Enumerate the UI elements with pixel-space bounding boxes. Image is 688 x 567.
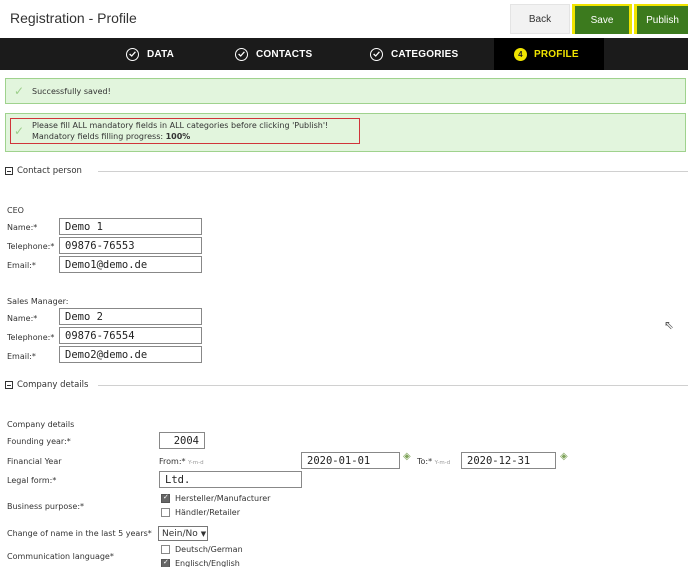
name-change-select[interactable]: Nein/No ▼ bbox=[158, 526, 208, 541]
english-checkbox[interactable] bbox=[161, 558, 170, 567]
founding-year-input[interactable]: 2004 bbox=[159, 432, 205, 449]
progress-value: 100% bbox=[165, 132, 191, 141]
step-data[interactable]: DATA bbox=[126, 38, 174, 70]
company-details-legend[interactable]: Company details bbox=[5, 380, 88, 390]
sales-email-input[interactable]: Demo2@demo.de bbox=[59, 346, 202, 363]
progress-label: Mandatory fields filling progress: bbox=[32, 132, 166, 141]
manufacturer-checkbox[interactable] bbox=[161, 493, 170, 503]
step-categories[interactable]: CATEGORIES bbox=[370, 38, 458, 70]
financial-year-label: Financial Year bbox=[7, 457, 62, 466]
legal-form-label: Legal form:* bbox=[7, 476, 57, 485]
to-label-text: To:* bbox=[417, 457, 433, 466]
ceo-name-label: Name:* bbox=[7, 223, 38, 232]
step-profile[interactable]: 4 PROFILE bbox=[514, 38, 579, 70]
german-option-label: Deutsch/German bbox=[175, 545, 243, 554]
calendar-tag-icon[interactable]: ◈ bbox=[560, 451, 568, 462]
step-number-badge: 4 bbox=[514, 47, 527, 61]
ceo-telephone-input[interactable]: 09876-76553 bbox=[59, 237, 202, 254]
ceo-email-label: Email:* bbox=[7, 261, 36, 270]
checkmark-icon: ✓ bbox=[14, 124, 25, 138]
business-purpose-label: Business purpose:* bbox=[7, 502, 85, 511]
legal-form-input[interactable]: Ltd. bbox=[159, 471, 302, 488]
ceo-heading: CEO bbox=[7, 206, 24, 215]
ceo-name-input[interactable]: Demo 1 bbox=[59, 218, 202, 235]
to-date-hint: Y-m-d bbox=[434, 460, 451, 466]
sales-name-input[interactable]: Demo 2 bbox=[59, 308, 202, 325]
check-circle-icon bbox=[235, 47, 248, 61]
divider bbox=[98, 385, 688, 386]
sales-heading: Sales Manager: bbox=[7, 297, 69, 306]
ceo-telephone-label: Telephone:* bbox=[7, 242, 55, 251]
check-circle-icon bbox=[370, 47, 383, 61]
mandatory-info-message: ✓ Please fill ALL mandatory fields in AL… bbox=[5, 113, 686, 152]
mouse-cursor-icon: ⇖ bbox=[664, 318, 675, 332]
step-navigation: DATA CONTACTS CATEGORIES 4 PROFILE bbox=[0, 38, 688, 70]
sales-telephone-label: Telephone:* bbox=[7, 333, 55, 342]
english-option-label: Englisch/English bbox=[175, 559, 240, 567]
company-heading: Company details bbox=[7, 420, 75, 429]
communication-language-label: Communication language* bbox=[7, 552, 114, 561]
from-label: From:* Y-m-d bbox=[159, 457, 204, 466]
check-circle-icon bbox=[126, 47, 139, 61]
collapse-icon[interactable] bbox=[5, 167, 13, 175]
step-contacts[interactable]: CONTACTS bbox=[235, 38, 312, 70]
to-label: To:* Y-m-d bbox=[417, 457, 450, 466]
mandatory-info-text: Please fill ALL mandatory fields in ALL … bbox=[32, 121, 329, 130]
back-button[interactable]: Back bbox=[510, 4, 570, 34]
from-date-input[interactable]: 2020-01-01 bbox=[301, 452, 400, 469]
collapse-icon[interactable] bbox=[5, 381, 13, 389]
calendar-tag-icon[interactable]: ◈ bbox=[403, 451, 411, 462]
name-change-label: Change of name in the last 5 years* bbox=[7, 529, 152, 538]
retailer-checkbox[interactable] bbox=[161, 508, 170, 517]
name-change-value: Nein/No bbox=[162, 528, 198, 539]
german-checkbox[interactable] bbox=[161, 545, 170, 554]
page-title: Registration - Profile bbox=[10, 10, 137, 26]
manufacturer-option-label: Hersteller/Manufacturer bbox=[175, 494, 271, 503]
company-details-legend-label: Company details bbox=[17, 380, 89, 390]
checkmark-icon: ✓ bbox=[14, 84, 25, 98]
sales-name-label: Name:* bbox=[7, 314, 38, 323]
step-contacts-label: CONTACTS bbox=[256, 48, 313, 60]
sales-telephone-input[interactable]: 09876-76554 bbox=[59, 327, 202, 344]
step-profile-label: PROFILE bbox=[534, 48, 579, 60]
step-categories-label: CATEGORIES bbox=[391, 48, 459, 60]
divider bbox=[98, 171, 688, 172]
founding-year-label: Founding year:* bbox=[7, 437, 71, 446]
success-message: ✓ Successfully saved! bbox=[5, 78, 686, 104]
to-date-input[interactable]: 2020-12-31 bbox=[461, 452, 556, 469]
contact-person-legend-label: Contact person bbox=[17, 166, 82, 176]
success-message-text: Successfully saved! bbox=[32, 87, 111, 96]
top-bar: Registration - Profile Back Save Publish bbox=[0, 0, 688, 38]
ceo-email-input[interactable]: Demo1@demo.de bbox=[59, 256, 202, 273]
from-label-text: From:* bbox=[159, 457, 186, 466]
sales-email-label: Email:* bbox=[7, 352, 36, 361]
contact-person-legend[interactable]: Contact person bbox=[5, 166, 82, 176]
chevron-down-icon: ▼ bbox=[200, 529, 207, 538]
progress-text: Mandatory fields filling progress: 100% bbox=[32, 132, 190, 141]
save-button[interactable]: Save bbox=[572, 4, 632, 34]
publish-button[interactable]: Publish bbox=[634, 4, 688, 34]
from-date-hint: Y-m-d bbox=[188, 460, 204, 466]
step-data-label: DATA bbox=[147, 48, 175, 60]
retailer-option-label: Händler/Retailer bbox=[175, 508, 241, 517]
